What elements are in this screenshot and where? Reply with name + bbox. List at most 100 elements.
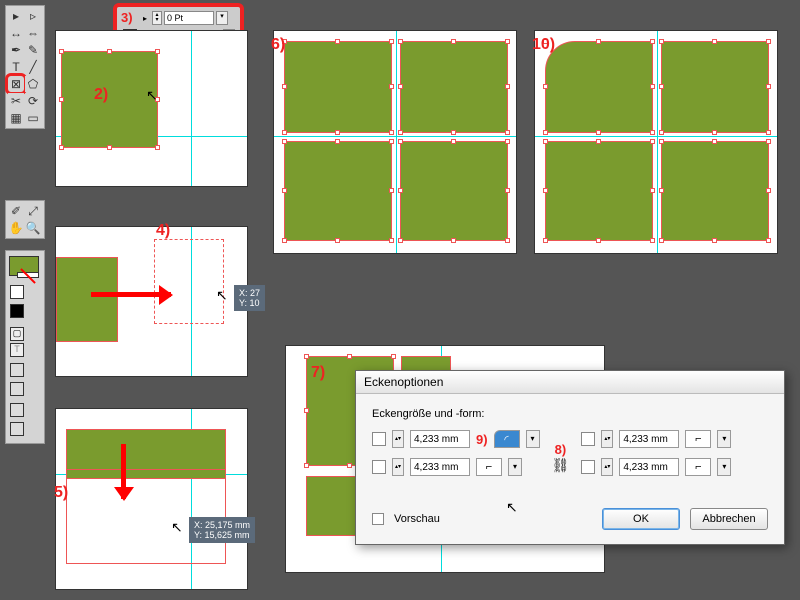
selection-tool[interactable]: ▸	[8, 8, 24, 24]
resize-handle[interactable]	[766, 84, 771, 89]
resize-handle[interactable]	[451, 39, 456, 44]
resize-handle[interactable]	[505, 238, 510, 243]
resize-handle[interactable]	[304, 408, 309, 413]
resize-handle[interactable]	[650, 130, 655, 135]
resize-handle[interactable]	[505, 188, 510, 193]
resize-handle[interactable]	[389, 238, 394, 243]
screen-mode-a[interactable]	[10, 403, 24, 417]
resize-handle[interactable]	[650, 188, 655, 193]
resize-handle[interactable]	[543, 139, 548, 144]
resize-handle[interactable]	[659, 39, 664, 44]
resize-handle[interactable]	[659, 238, 664, 243]
resize-handle[interactable]	[389, 39, 394, 44]
hand-tool[interactable]: ✋	[8, 220, 24, 236]
corner-shape-bl-dropdown[interactable]: ▾	[508, 458, 522, 476]
resize-handle[interactable]	[59, 145, 64, 150]
resize-handle[interactable]	[766, 238, 771, 243]
page-tool[interactable]: ↔	[8, 25, 24, 41]
resize-handle[interactable]	[596, 139, 601, 144]
resize-handle[interactable]	[712, 238, 717, 243]
note-tool[interactable]: ▭	[25, 110, 41, 126]
corner-tr-spinner[interactable]: ▴▾	[601, 430, 613, 448]
corner-shape-tr[interactable]: ⌐	[685, 430, 711, 448]
resize-handle[interactable]	[596, 238, 601, 243]
resize-handle[interactable]	[398, 238, 403, 243]
resize-handle[interactable]	[304, 354, 309, 359]
rectangle[interactable]	[545, 141, 653, 241]
resize-handle[interactable]	[282, 84, 287, 89]
resize-handle[interactable]	[543, 238, 548, 243]
link-corners-icon[interactable]: ⛓	[552, 457, 570, 474]
resize-handle[interactable]	[282, 139, 287, 144]
pen-tool[interactable]: ✒	[8, 42, 24, 58]
view-normal[interactable]	[10, 363, 24, 377]
gradient-tool[interactable]: ▦	[8, 110, 24, 126]
resize-handle[interactable]	[505, 39, 510, 44]
expand-arrow-icon[interactable]: ▸	[140, 14, 150, 23]
view-preview[interactable]	[10, 382, 24, 396]
shape-tool[interactable]: ⬠	[25, 76, 41, 92]
corner-tr-field[interactable]: 4,233 mm	[619, 430, 679, 448]
resize-handle[interactable]	[650, 39, 655, 44]
resize-handle[interactable]	[543, 84, 548, 89]
resize-handle[interactable]	[398, 84, 403, 89]
resize-handle[interactable]	[398, 130, 403, 135]
resize-handle[interactable]	[282, 130, 287, 135]
ok-button[interactable]: OK	[602, 508, 680, 530]
resize-handle[interactable]	[596, 39, 601, 44]
rectangle-frame-tool[interactable]: ⊠	[8, 76, 24, 92]
resize-handle[interactable]	[347, 463, 352, 468]
resize-handle[interactable]	[107, 145, 112, 150]
resize-handle[interactable]	[766, 130, 771, 135]
resize-handle[interactable]	[451, 238, 456, 243]
resize-handle[interactable]	[335, 130, 340, 135]
resize-handle[interactable]	[543, 130, 548, 135]
resize-handle[interactable]	[505, 130, 510, 135]
resize-handle[interactable]	[347, 354, 352, 359]
type-tool[interactable]: T	[8, 59, 24, 75]
cancel-button[interactable]: Abbrechen	[690, 508, 768, 530]
line-tool[interactable]: ╱	[25, 59, 41, 75]
formatting-text[interactable]: T	[10, 343, 24, 357]
resize-handle[interactable]	[389, 84, 394, 89]
resize-handle[interactable]	[398, 139, 403, 144]
corner-tl-spinner[interactable]: ▴▾	[392, 430, 404, 448]
rectangle[interactable]	[284, 141, 392, 241]
resize-handle[interactable]	[155, 145, 160, 150]
zoom-tool[interactable]: 🔍	[25, 220, 41, 236]
scissors-tool[interactable]: ✂	[8, 93, 24, 109]
corner-shape-br[interactable]: ⌐	[685, 458, 711, 476]
stroke-weight-field[interactable]: 0 Pt	[164, 11, 214, 25]
corner-tl-field[interactable]: 4,233 mm	[410, 430, 470, 448]
stroke-swatch[interactable]	[17, 272, 39, 278]
measure-tool[interactable]: ⤢	[25, 203, 41, 219]
resize-handle[interactable]	[389, 130, 394, 135]
corner-shape-tr-dropdown[interactable]: ▾	[717, 430, 731, 448]
rectangle[interactable]	[56, 257, 118, 342]
resize-handle[interactable]	[389, 139, 394, 144]
resize-handle[interactable]	[712, 130, 717, 135]
resize-handle[interactable]	[335, 139, 340, 144]
resize-handle[interactable]	[712, 39, 717, 44]
resize-handle[interactable]	[398, 188, 403, 193]
resize-handle[interactable]	[650, 139, 655, 144]
rectangle[interactable]	[284, 41, 392, 133]
corner-shape-br-dropdown[interactable]: ▾	[717, 458, 731, 476]
resize-handle[interactable]	[766, 139, 771, 144]
pencil-tool[interactable]: ✎	[25, 42, 41, 58]
resize-handle[interactable]	[659, 130, 664, 135]
corner-shape-bl[interactable]: ⌐	[476, 458, 502, 476]
resize-handle[interactable]	[155, 49, 160, 54]
gap-tool[interactable]: ⇔	[25, 25, 41, 41]
apply-none-swatch[interactable]	[10, 285, 24, 299]
corner-bl-field[interactable]: 4,233 mm	[410, 458, 470, 476]
resize-handle[interactable]	[282, 188, 287, 193]
rectangle[interactable]	[661, 141, 769, 241]
screen-mode-b[interactable]	[10, 422, 24, 436]
resize-handle[interactable]	[304, 463, 309, 468]
resize-handle[interactable]	[335, 238, 340, 243]
preview-checkbox[interactable]	[372, 513, 384, 525]
stroke-weight-spinner[interactable]: ▴▾	[152, 11, 162, 25]
rectangle[interactable]	[661, 41, 769, 133]
direct-select-tool[interactable]: ▹	[25, 8, 41, 24]
